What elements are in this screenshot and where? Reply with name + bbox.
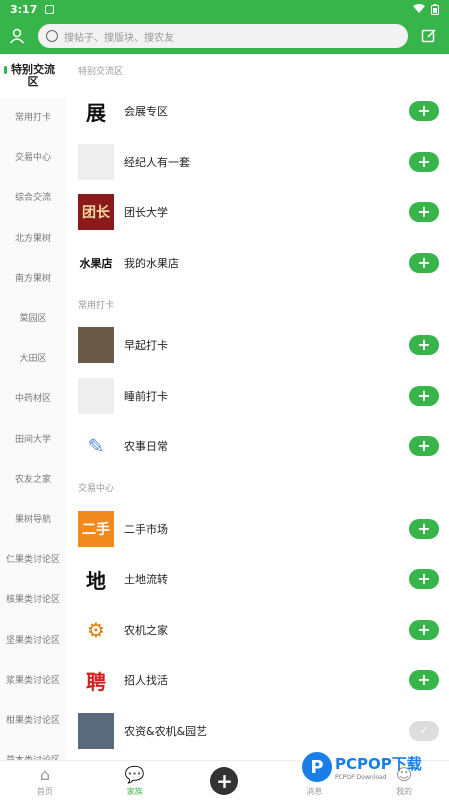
forum-name: 招人找活 [124, 674, 168, 688]
add-icon[interactable]: + [409, 151, 439, 172]
watermark: P PCPOP下载 PCPOP Download [302, 752, 422, 782]
sidebar-item[interactable]: 仁果类讨论区 [0, 540, 66, 580]
forum-name: 农资&农机&园艺 [124, 724, 208, 738]
category-sidebar: 特别交流区 常用打卡 交易中心 综合交流 北方果树 南方果树 菜园区 大田区 中药材区 田间大学农… [0, 54, 66, 760]
tab-label: 首页 [36, 786, 53, 796]
wifi-icon [413, 4, 425, 13]
plus-icon: + [210, 766, 239, 795]
forum-thumbnail: 二手 [78, 510, 114, 547]
watermark-logo: P [302, 752, 332, 782]
add-icon[interactable]: + [409, 101, 439, 122]
search-placeholder: 搜帖子、搜版块、搜农友 [64, 32, 174, 44]
forum-name: 睡前打卡 [124, 389, 168, 403]
search-icon [46, 30, 58, 42]
top-header: 搜帖子、搜版块、搜农友 [0, 18, 449, 54]
tab-chat[interactable]: 💬 家族 [105, 765, 165, 797]
chat-icon: 💬 [124, 764, 145, 784]
forum-row[interactable]: 聘招人找活 + [66, 655, 449, 706]
add-icon[interactable]: + [409, 518, 439, 539]
forum-thumbnail: 团长 [78, 194, 114, 231]
sidebar-item[interactable]: 菜园区 [0, 299, 66, 339]
add-icon[interactable]: + [409, 385, 439, 406]
sidebar-item[interactable]: 综合交流 [0, 178, 66, 218]
tab-label: 家族 [126, 786, 143, 796]
forum-thumbnail: 展 [78, 93, 114, 130]
section-title: 交易中心 [78, 484, 115, 494]
sidebar-item[interactable]: 果树导航 [0, 500, 66, 540]
forum-row[interactable]: 农资&农机&园艺 ✓ [66, 706, 449, 757]
watermark-sub: PCPOP Download [335, 774, 387, 781]
forum-name: 土地流转 [124, 573, 168, 587]
forum-thumbnail: 聘 [78, 662, 114, 699]
forum-thumbnail: ⚙ [78, 611, 114, 648]
tab-home[interactable]: ⌂ 首页 [15, 765, 75, 797]
forum-list: 特别交流区展会展专区 + 经纪人有一套 + 团长 团长大学 + 水果店 我的水果店 + 常用打卡早起… [66, 54, 449, 760]
forum-row[interactable]: 经纪人有一套 + [66, 137, 449, 188]
forum-row[interactable]: 睡前打卡 + [66, 371, 449, 422]
sidebar-item[interactable]: 大田区 [0, 339, 66, 379]
tab-plus[interactable]: + [194, 766, 254, 795]
status-time: 3:17 [10, 2, 38, 16]
forum-name: 农机之家 [124, 623, 168, 637]
forum-thumbnail [78, 377, 114, 414]
section-title: 特别交流区 [78, 66, 124, 77]
tab-label: 我的 [396, 786, 413, 796]
sidebar-item[interactable]: 农友之家 [0, 460, 66, 500]
forum-row[interactable]: 展会展专区 + [66, 86, 449, 137]
profile-icon[interactable] [8, 27, 26, 45]
forum-thumbnail: 水果店 [78, 244, 114, 281]
add-icon[interactable]: + [409, 436, 439, 457]
search-input[interactable]: 搜帖子、搜版块、搜农友 [38, 24, 408, 48]
forum-name: 早起打卡 [124, 339, 168, 353]
forum-thumbnail [78, 143, 114, 180]
add-icon[interactable]: + [409, 252, 439, 273]
notification-icon [45, 4, 55, 14]
forum-thumbnail: ✎ [78, 428, 114, 465]
forum-thumbnail [78, 327, 114, 364]
sidebar-item[interactable]: 浆果类讨论区 [0, 661, 66, 701]
add-icon[interactable]: + [409, 619, 439, 640]
forum-thumbnail: 地 [78, 561, 114, 598]
forum-thumbnail [78, 712, 114, 749]
add-icon[interactable]: + [409, 335, 439, 356]
sidebar-item[interactable]: 草本类讨论区 [0, 741, 66, 760]
sidebar-item[interactable]: 常用打卡 [0, 98, 66, 138]
sidebar-item[interactable]: 核果类讨论区 [0, 580, 66, 620]
status-bar: 3:17 [0, 0, 449, 18]
forum-name: 农事日常 [124, 440, 168, 454]
joined-check-icon[interactable]: ✓ [409, 720, 439, 741]
forum-row[interactable]: 二手 二手市场 + [66, 504, 449, 555]
battery-icon [431, 3, 439, 15]
add-icon[interactable]: + [409, 569, 439, 590]
forum-name: 团长大学 [124, 206, 168, 220]
tab-label: 消息 [306, 786, 323, 796]
add-icon[interactable]: + [409, 202, 439, 223]
watermark-brand: PCPOP下载 [335, 755, 422, 773]
forum-row[interactable]: 早起打卡 + [66, 320, 449, 371]
sidebar-item[interactable]: 特别交流区 [0, 54, 66, 98]
forum-name: 经纪人有一套 [124, 155, 190, 169]
sidebar-item[interactable]: 田间大学 [0, 420, 66, 460]
forum-row[interactable]: 团长 团长大学 + [66, 187, 449, 238]
forum-row[interactable]: 水果店 我的水果店 + [66, 238, 449, 289]
sidebar-item[interactable]: 北方果树 [0, 219, 66, 259]
forum-row[interactable]: 地土地流转 + [66, 554, 449, 605]
sidebar-item[interactable]: 中药材区 [0, 379, 66, 419]
forum-row[interactable]: ⚙ 农机之家 + [66, 605, 449, 656]
forum-name: 会展专区 [124, 105, 168, 119]
sidebar-item[interactable]: 交易中心 [0, 138, 66, 178]
forum-row[interactable]: ✎ 农事日常 + [66, 421, 449, 472]
edit-icon[interactable] [420, 27, 438, 45]
sidebar-item[interactable]: 坚果类讨论区 [0, 620, 66, 660]
add-icon[interactable]: + [409, 670, 439, 691]
home-icon: ⌂ [39, 764, 50, 784]
forum-name: 二手市场 [124, 522, 168, 536]
forum-name: 我的水果店 [124, 256, 179, 270]
section-title: 常用打卡 [78, 300, 115, 311]
sidebar-item[interactable]: 南方果树 [0, 259, 66, 299]
sidebar-item[interactable]: 柑果类讨论区 [0, 701, 66, 741]
